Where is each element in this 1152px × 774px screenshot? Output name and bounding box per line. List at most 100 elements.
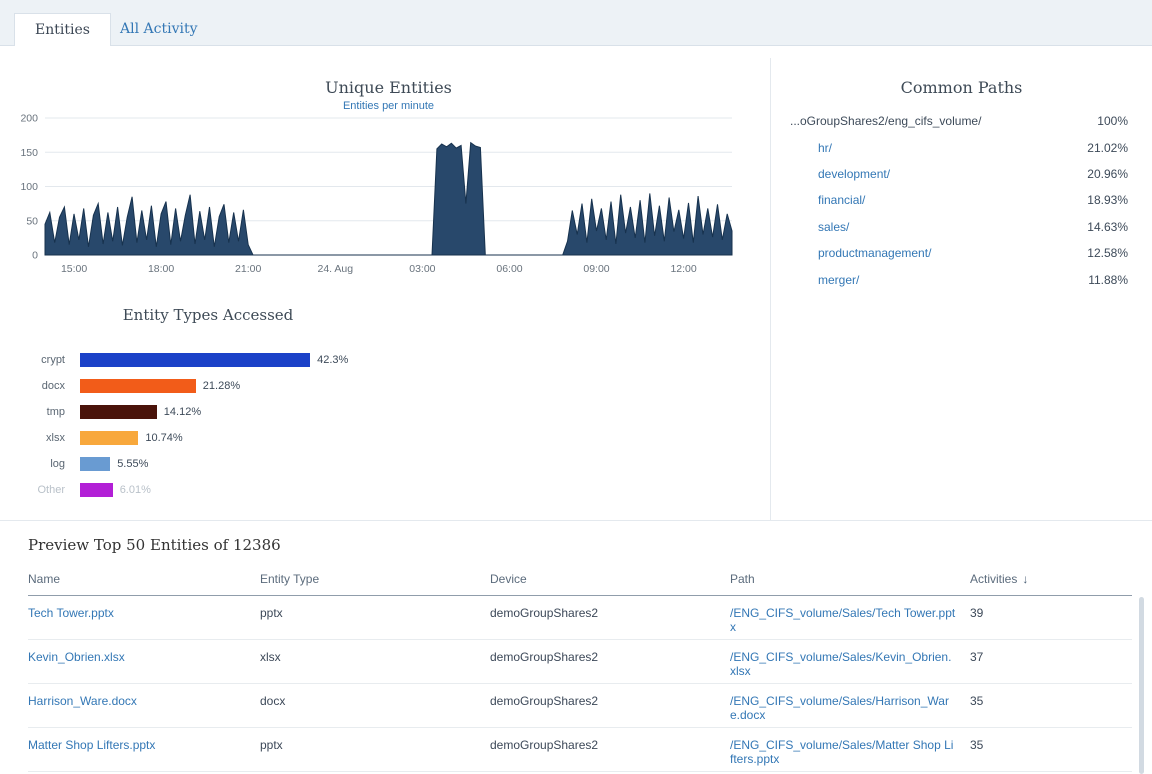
entity-type-row: crypt 42.3% <box>0 347 480 373</box>
svg-text:15:00: 15:00 <box>61 263 87 275</box>
table-row: Tech Tower.pptxpptxdemoGroupShares2/ENG_… <box>28 596 1132 640</box>
unique-entities-subtitle: Entities per minute <box>45 100 732 112</box>
svg-text:21:00: 21:00 <box>235 263 261 275</box>
col-header-device[interactable]: Device <box>490 567 730 596</box>
unique-entities-chart[interactable]: 05010015020015:0018:0021:0024. Aug03:000… <box>0 112 740 284</box>
common-path-row: development/20.96% <box>790 161 1128 187</box>
entity-type-row: tmp 14.12% <box>0 399 480 425</box>
name-cell[interactable]: Matter Shop Lifters.pptx <box>28 728 260 772</box>
type-cell: docx <box>260 684 490 728</box>
col-header-entity-type[interactable]: Entity Type <box>260 567 490 596</box>
table-row: Matter Shop Lifters.pptxpptxdemoGroupSha… <box>28 728 1132 772</box>
entity-type-label: docx <box>0 380 65 392</box>
entity-type-bar[interactable] <box>80 483 113 497</box>
preview-title: Preview Top 50 Entities of 12386 <box>28 536 281 554</box>
entity-type-row: docx 21.28% <box>0 373 480 399</box>
svg-text:200: 200 <box>20 113 38 125</box>
sort-desc-icon[interactable]: ↓ <box>1022 572 1028 586</box>
col-header-activities-label: Activities <box>970 572 1017 586</box>
type-cell: pptx <box>260 596 490 640</box>
path-cell[interactable]: /ENG_CIFS_volume/Sales/Tech Tower.pptx <box>730 596 970 640</box>
common-path-link: ...oGroupShares2/eng_cifs_volume/ <box>790 114 981 128</box>
common-path-percent: 21.02% <box>1087 141 1128 155</box>
entity-type-row: Other 6.01% <box>0 477 480 503</box>
unique-entities-header: Unique Entities Entities per minute <box>45 78 732 112</box>
entities-table-body: Tech Tower.pptxpptxdemoGroupShares2/ENG_… <box>28 596 1132 772</box>
entity-type-label: tmp <box>0 406 65 418</box>
type-cell: xlsx <box>260 640 490 684</box>
device-cell: demoGroupShares2 <box>490 728 730 772</box>
common-path-link[interactable]: development/ <box>790 167 890 181</box>
tab-bar-divider <box>0 45 1152 46</box>
common-path-row: sales/14.63% <box>790 214 1128 240</box>
entity-type-row: log5.55% <box>0 451 480 477</box>
activities-cell: 39 <box>970 596 1132 640</box>
table-header-row: Name Entity Type Device Path Activities ↓ <box>28 567 1132 596</box>
path-cell[interactable]: /ENG_CIFS_volume/Sales/Harrison_Ware.doc… <box>730 684 970 728</box>
common-path-row: merger/11.88% <box>790 266 1128 292</box>
tab-entities[interactable]: Entities <box>14 13 111 46</box>
tab-all-activity[interactable]: All Activity <box>106 13 212 45</box>
svg-text:24. Aug: 24. Aug <box>317 263 353 275</box>
col-header-name[interactable]: Name <box>28 567 260 596</box>
common-path-percent: 12.58% <box>1087 246 1128 260</box>
activities-cell: 35 <box>970 684 1132 728</box>
entity-type-value: 6.01% <box>120 484 151 496</box>
unique-entities-title: Unique Entities <box>45 78 732 97</box>
common-path-percent: 11.88% <box>1088 273 1128 287</box>
entity-types-bars: crypt 42.3% docx 21.28% tmp 14.12% xlsx 10.74% l… <box>0 347 480 503</box>
entities-table: Name Entity Type Device Path Activities ↓… <box>28 567 1132 772</box>
path-cell[interactable]: /ENG_CIFS_volume/Sales/Matter Shop Lifte… <box>730 728 970 772</box>
entity-type-row: xlsx 10.74% <box>0 425 480 451</box>
entity-type-bar[interactable] <box>80 457 110 471</box>
svg-text:12:00: 12:00 <box>670 263 696 275</box>
entity-types-title: Entity Types Accessed <box>28 306 388 324</box>
common-path-link[interactable]: hr/ <box>790 141 832 155</box>
path-cell[interactable]: /ENG_CIFS_volume/Sales/Kevin_Obrien.xlsx <box>730 640 970 684</box>
activities-cell: 35 <box>970 728 1132 772</box>
name-cell[interactable]: Harrison_Ware.docx <box>28 684 260 728</box>
common-paths-list: ...oGroupShares2/eng_cifs_volume/100%hr/… <box>790 108 1128 293</box>
common-path-percent: 18.93% <box>1087 193 1128 207</box>
common-path-row: productmanagement/12.58% <box>790 240 1128 266</box>
svg-text:150: 150 <box>20 147 38 159</box>
col-header-activities[interactable]: Activities ↓ <box>970 567 1132 596</box>
type-cell: pptx <box>260 728 490 772</box>
common-path-link[interactable]: financial/ <box>790 193 865 207</box>
svg-text:06:00: 06:00 <box>496 263 522 275</box>
entity-type-value: 14.12% <box>164 406 201 418</box>
vertical-divider <box>770 58 771 520</box>
entity-type-label: Other <box>0 484 65 496</box>
col-header-path[interactable]: Path <box>730 567 970 596</box>
device-cell: demoGroupShares2 <box>490 684 730 728</box>
common-path-link[interactable]: productmanagement/ <box>790 246 931 260</box>
svg-text:0: 0 <box>32 250 38 262</box>
table-row: Harrison_Ware.docxdocxdemoGroupShares2/E… <box>28 684 1132 728</box>
entity-type-value: 10.74% <box>145 432 182 444</box>
svg-text:03:00: 03:00 <box>409 263 435 275</box>
entity-type-value: 21.28% <box>203 380 240 392</box>
device-cell: demoGroupShares2 <box>490 596 730 640</box>
entity-type-label: crypt <box>0 354 65 366</box>
entity-type-bar[interactable] <box>80 353 310 367</box>
entity-type-bar[interactable] <box>80 431 138 445</box>
table-scrollbar[interactable] <box>1139 597 1144 774</box>
common-path-percent: 14.63% <box>1087 220 1128 234</box>
common-path-row: financial/18.93% <box>790 187 1128 213</box>
svg-text:100: 100 <box>20 181 38 193</box>
entity-type-value: 42.3% <box>317 354 348 366</box>
entity-type-bar[interactable] <box>80 405 157 419</box>
common-path-percent: 100% <box>1097 114 1128 128</box>
table-row: Kevin_Obrien.xlsxxlsxdemoGroupShares2/EN… <box>28 640 1132 684</box>
common-path-row: ...oGroupShares2/eng_cifs_volume/100% <box>790 108 1128 134</box>
name-cell[interactable]: Tech Tower.pptx <box>28 596 260 640</box>
entity-type-bar[interactable] <box>80 379 196 393</box>
common-path-row: hr/21.02% <box>790 134 1128 160</box>
entity-type-label: xlsx <box>0 432 65 444</box>
name-cell[interactable]: Kevin_Obrien.xlsx <box>28 640 260 684</box>
common-path-link[interactable]: sales/ <box>790 220 849 234</box>
entity-type-value: 5.55% <box>117 458 148 470</box>
horizontal-divider <box>0 520 1152 521</box>
activities-cell: 37 <box>970 640 1132 684</box>
common-path-link[interactable]: merger/ <box>790 273 859 287</box>
